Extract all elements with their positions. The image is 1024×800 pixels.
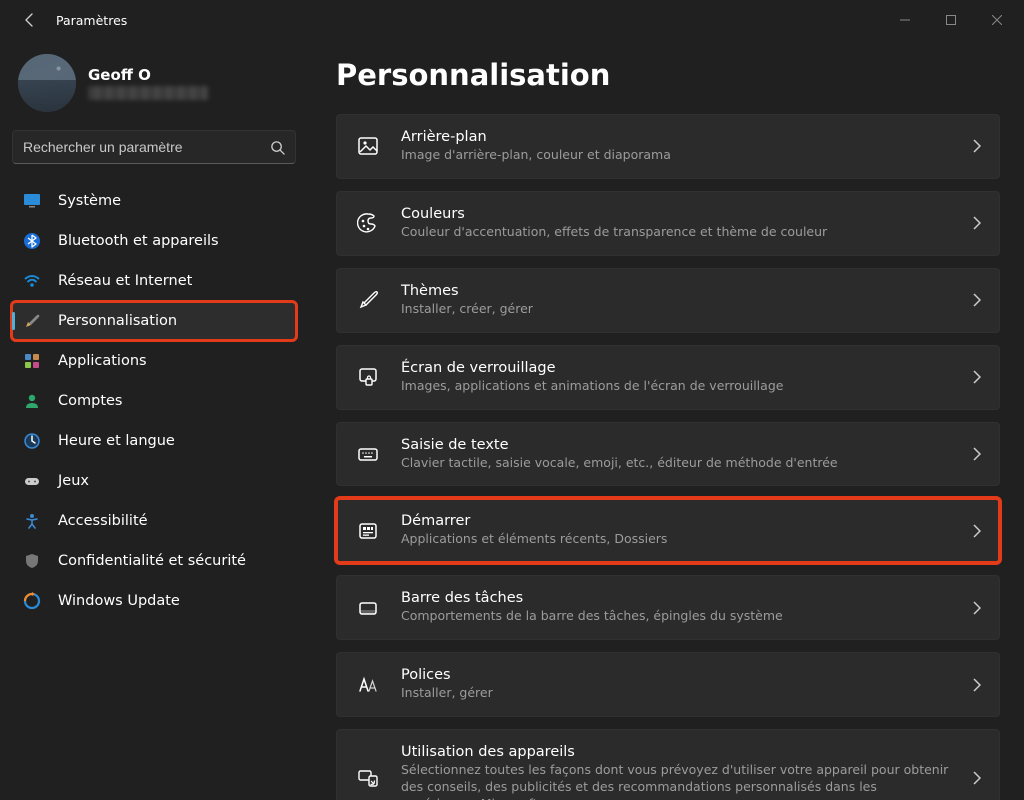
shield-icon <box>22 551 42 571</box>
back-button[interactable] <box>16 6 44 34</box>
nav-label: Windows Update <box>58 593 180 609</box>
search-icon <box>270 140 285 155</box>
card-title: Utilisation des appareils <box>401 744 953 760</box>
card-lock-screen[interactable]: Écran de verrouillage Images, applicatio… <box>336 345 1000 410</box>
nav-label: Applications <box>58 353 147 369</box>
card-background[interactable]: Arrière-plan Image d'arrière-plan, coule… <box>336 114 1000 179</box>
display-icon <box>22 191 42 211</box>
nav-system[interactable]: Système <box>12 182 296 220</box>
nav-label: Jeux <box>58 473 89 489</box>
nav-time-language[interactable]: Heure et langue <box>12 422 296 460</box>
nav-label: Confidentialité et sécurité <box>58 553 246 569</box>
nav-bluetooth[interactable]: Bluetooth et appareils <box>12 222 296 260</box>
nav-label: Heure et langue <box>58 433 175 449</box>
chevron-right-icon <box>973 447 981 461</box>
chevron-right-icon <box>973 771 981 785</box>
nav-network[interactable]: Réseau et Internet <box>12 262 296 300</box>
nav-windows-update[interactable]: Windows Update <box>12 582 296 620</box>
keyboard-icon <box>355 441 381 467</box>
chevron-right-icon <box>973 293 981 307</box>
card-title: Arrière-plan <box>401 129 953 145</box>
card-title: Barre des tâches <box>401 590 953 606</box>
wifi-icon <box>22 271 42 291</box>
main-content: Personnalisation Arrière-plan Image d'ar… <box>308 40 1024 800</box>
nav-personalization[interactable]: Personnalisation <box>12 302 296 340</box>
nav-label: Système <box>58 193 121 209</box>
person-icon <box>22 391 42 411</box>
nav-applications[interactable]: Applications <box>12 342 296 380</box>
sidebar: Geoff O Système Bluetooth et appareil <box>0 40 308 800</box>
nav-label: Comptes <box>58 393 123 409</box>
chevron-right-icon <box>973 216 981 230</box>
image-icon <box>355 133 381 159</box>
fonts-icon <box>355 672 381 698</box>
nav-accessibility[interactable]: Accessibilité <box>12 502 296 540</box>
minimize-button[interactable] <box>882 4 928 36</box>
avatar <box>18 54 76 112</box>
gamepad-icon <box>22 471 42 491</box>
card-desc: Installer, créer, gérer <box>401 301 953 318</box>
chevron-right-icon <box>973 678 981 692</box>
card-text-input[interactable]: Saisie de texte Clavier tactile, saisie … <box>336 422 1000 487</box>
card-desc: Comportements de la barre des tâches, ép… <box>401 608 953 625</box>
card-title: Saisie de texte <box>401 437 953 453</box>
paintbrush-icon <box>22 311 42 331</box>
accessibility-icon <box>22 511 42 531</box>
nav-gaming[interactable]: Jeux <box>12 462 296 500</box>
card-taskbar[interactable]: Barre des tâches Comportements de la bar… <box>336 575 1000 640</box>
user-email-blurred <box>88 86 208 100</box>
clock-globe-icon <box>22 431 42 451</box>
maximize-button[interactable] <box>928 4 974 36</box>
card-desc: Image d'arrière-plan, couleur et diapora… <box>401 147 953 164</box>
card-desc: Sélectionnez toutes les façons dont vous… <box>401 762 953 800</box>
search-input[interactable] <box>23 139 270 155</box>
nav-list: Système Bluetooth et appareils Réseau et… <box>12 182 296 620</box>
apps-icon <box>22 351 42 371</box>
card-title: Écran de verrouillage <box>401 360 953 376</box>
card-desc: Images, applications et animations de l'… <box>401 378 953 395</box>
card-title: Couleurs <box>401 206 953 222</box>
start-icon <box>355 518 381 544</box>
user-block[interactable]: Geoff O <box>12 46 296 130</box>
card-desc: Applications et éléments récents, Dossie… <box>401 531 953 548</box>
card-themes[interactable]: Thèmes Installer, créer, gérer <box>336 268 1000 333</box>
card-start[interactable]: Démarrer Applications et éléments récent… <box>336 498 1000 563</box>
search-box[interactable] <box>12 130 296 164</box>
card-title: Polices <box>401 667 953 683</box>
chevron-right-icon <box>973 370 981 384</box>
app-title: Paramètres <box>56 13 127 28</box>
update-icon <box>22 591 42 611</box>
card-desc: Clavier tactile, saisie vocale, emoji, e… <box>401 455 953 472</box>
nav-label: Bluetooth et appareils <box>58 233 219 249</box>
brush-icon <box>355 287 381 313</box>
palette-icon <box>355 210 381 236</box>
bluetooth-icon <box>22 231 42 251</box>
nav-label: Accessibilité <box>58 513 148 529</box>
nav-label: Réseau et Internet <box>58 273 192 289</box>
card-device-usage[interactable]: Utilisation des appareils Sélectionnez t… <box>336 729 1000 800</box>
nav-privacy[interactable]: Confidentialité et sécurité <box>12 542 296 580</box>
chevron-right-icon <box>973 601 981 615</box>
card-colors[interactable]: Couleurs Couleur d'accentuation, effets … <box>336 191 1000 256</box>
card-desc: Installer, gérer <box>401 685 953 702</box>
card-desc: Couleur d'accentuation, effets de transp… <box>401 224 953 241</box>
lock-screen-icon <box>355 364 381 390</box>
window-controls <box>882 4 1020 36</box>
titlebar: Paramètres <box>0 0 1024 40</box>
page-title: Personnalisation <box>336 58 1000 92</box>
user-name: Geoff O <box>88 66 208 84</box>
card-title: Démarrer <box>401 513 953 529</box>
card-fonts[interactable]: Polices Installer, gérer <box>336 652 1000 717</box>
close-button[interactable] <box>974 4 1020 36</box>
chevron-right-icon <box>973 139 981 153</box>
device-usage-icon <box>355 765 381 791</box>
taskbar-icon <box>355 595 381 621</box>
nav-accounts[interactable]: Comptes <box>12 382 296 420</box>
nav-label: Personnalisation <box>58 313 177 329</box>
card-title: Thèmes <box>401 283 953 299</box>
card-list: Arrière-plan Image d'arrière-plan, coule… <box>336 114 1000 800</box>
chevron-right-icon <box>973 524 981 538</box>
